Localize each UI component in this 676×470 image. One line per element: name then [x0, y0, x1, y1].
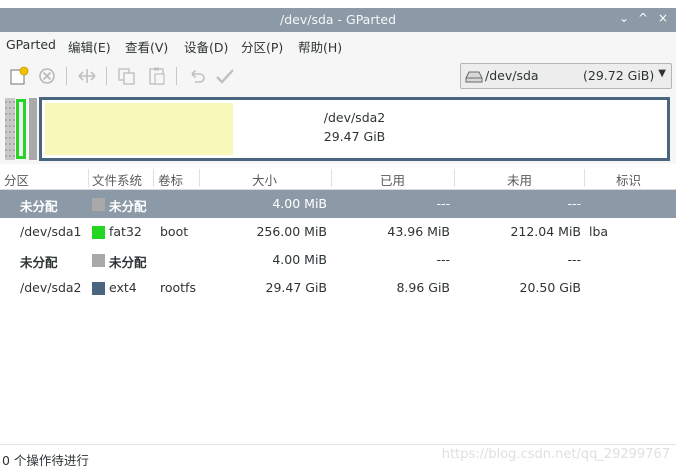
partition-block-size: 29.47 GiB: [323, 129, 386, 144]
column-divider: [199, 169, 200, 187]
column-partition[interactable]: 分区: [4, 170, 29, 189]
menu-view[interactable]: 查看(V): [125, 37, 168, 56]
filesystem-color-swatch: [92, 226, 105, 239]
column-label[interactable]: 卷标: [158, 170, 183, 189]
column-unused[interactable]: 未用: [507, 170, 532, 189]
minimize-button[interactable]: ⌄: [615, 11, 633, 25]
column-divider: [454, 169, 455, 187]
table-row[interactable]: /dev/sda1 fat32 boot 256.00 MiB 43.96 Mi…: [0, 218, 676, 246]
cell-size: 256.00 MiB: [256, 224, 327, 239]
toolbar-separator: [176, 67, 177, 85]
window-title: /dev/sda - GParted: [280, 12, 396, 27]
cell-filesystem: fat32: [109, 224, 142, 239]
column-divider: [584, 169, 585, 187]
cell-partition: /dev/sda1: [20, 224, 82, 239]
toolbar-separator: [66, 67, 67, 85]
cell-unused: 212.04 MiB: [510, 224, 581, 239]
menu-partition[interactable]: 分区(P): [241, 37, 283, 56]
paste-icon[interactable]: [146, 66, 168, 86]
column-filesystem[interactable]: 文件系统: [92, 170, 142, 189]
cell-used: 43.96 MiB: [387, 224, 450, 239]
cell-size: 4.00 MiB: [272, 196, 327, 211]
device-name: /dev/sda: [485, 68, 539, 83]
cell-used: 8.96 GiB: [396, 280, 450, 295]
menu-help[interactable]: 帮助(H): [298, 37, 342, 56]
cell-size: 4.00 MiB: [272, 252, 327, 267]
column-divider: [88, 169, 89, 187]
filesystem-color-swatch: [92, 282, 105, 295]
chevron-down-icon: ▼: [658, 68, 666, 79]
unallocated-block[interactable]: [5, 98, 15, 160]
watermark: https://blog.csdn.net/qq_29299767: [441, 447, 670, 462]
partition-block-name: /dev/sda2: [323, 110, 386, 125]
cell-partition: 未分配: [20, 255, 58, 270]
cell-unused: 20.50 GiB: [519, 280, 582, 295]
partition-block-sda1[interactable]: [16, 99, 26, 159]
table-row[interactable]: 未分配 未分配 4.00 MiB --- ---: [0, 246, 676, 274]
disk-drive-icon: [465, 71, 483, 83]
column-size[interactable]: 大小: [252, 170, 277, 189]
cell-partition: /dev/sda2: [20, 280, 82, 295]
cell-filesystem: 未分配: [109, 255, 147, 270]
unallocated-block[interactable]: [29, 98, 37, 160]
partition-table-header: 分区 文件系统 卷标 大小 已用 未用 标识: [0, 166, 676, 190]
new-partition-icon[interactable]: [8, 66, 30, 86]
menu-bar: GParted 编辑(E) 查看(V) 设备(D) 分区(P) 帮助(H): [0, 32, 676, 58]
cell-size: 29.47 GiB: [265, 280, 328, 295]
cell-flags: lba: [589, 224, 609, 239]
cell-label: boot: [160, 224, 189, 239]
menu-gparted[interactable]: GParted: [6, 37, 56, 52]
cell-label: rootfs: [160, 280, 196, 295]
cell-unused: ---: [567, 252, 581, 267]
table-row[interactable]: /dev/sda2 ext4 rootfs 29.47 GiB 8.96 GiB…: [0, 274, 676, 302]
column-flags[interactable]: 标识: [616, 170, 641, 189]
apply-icon[interactable]: [214, 66, 236, 86]
device-selector[interactable]: /dev/sda (29.72 GiB) ▼: [460, 63, 672, 89]
cell-used: ---: [436, 196, 450, 211]
window-titlebar[interactable]: /dev/sda - GParted ⌄ ^ ×: [0, 8, 676, 32]
cell-used: ---: [436, 252, 450, 267]
cell-partition: 未分配: [20, 199, 58, 214]
menu-device[interactable]: 设备(D): [184, 37, 228, 56]
cell-filesystem: 未分配: [109, 199, 147, 214]
undo-icon[interactable]: [186, 66, 208, 86]
filesystem-color-swatch: [92, 254, 105, 267]
column-divider: [153, 169, 154, 187]
column-used[interactable]: 已用: [380, 170, 405, 189]
device-size: (29.72 GiB): [583, 68, 655, 83]
cell-unused: ---: [567, 196, 581, 211]
filesystem-color-swatch: [92, 198, 105, 211]
resize-move-icon[interactable]: [76, 66, 98, 86]
cell-filesystem: ext4: [109, 280, 137, 295]
maximize-button[interactable]: ^: [634, 11, 652, 25]
close-button[interactable]: ×: [654, 11, 672, 25]
status-bar: 0 个操作待进行 https://blog.csdn.net/qq_292997…: [0, 444, 676, 470]
partition-block-sda2[interactable]: /dev/sda2 29.47 GiB: [39, 97, 670, 161]
pending-operations-status: 0 个操作待进行: [2, 453, 89, 468]
toolbar-separator: [106, 67, 107, 85]
delete-icon[interactable]: [36, 66, 58, 86]
menu-edit[interactable]: 编辑(E): [68, 37, 111, 56]
table-row[interactable]: 未分配 未分配 4.00 MiB --- ---: [0, 190, 676, 218]
copy-icon[interactable]: [116, 66, 138, 86]
column-divider: [331, 169, 332, 187]
